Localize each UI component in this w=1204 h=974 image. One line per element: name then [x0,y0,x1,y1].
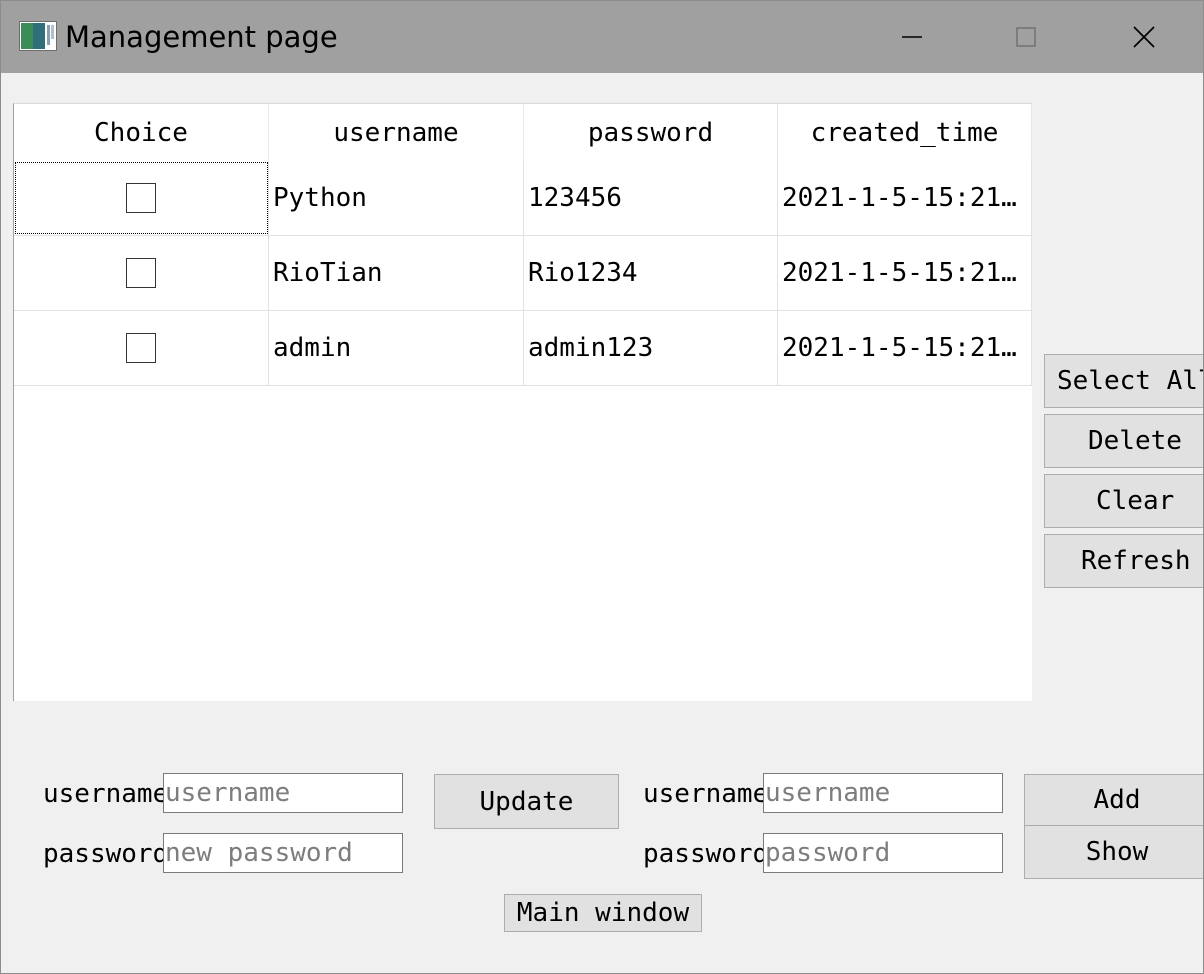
app-window-icon [19,21,57,51]
username-value: Python [273,183,367,213]
minimize-button[interactable] [857,1,967,73]
main-window-button[interactable]: Main window [504,894,702,932]
username-value: admin [273,333,352,363]
window-title: Management page [65,20,338,54]
maximize-button[interactable] [971,1,1081,73]
update-username-input[interactable] [163,773,403,813]
show-button[interactable]: Show [1024,825,1203,879]
created-time-cell[interactable]: 2021-1-5-15:21… [778,311,1032,385]
select-all-button[interactable]: Select All [1044,354,1203,408]
close-button[interactable] [1089,1,1199,73]
password-cell[interactable]: admin123 [524,311,778,385]
password-cell[interactable]: Rio1234 [524,236,778,310]
table-header: Choice username password created_time [14,104,1032,161]
choice-cell[interactable] [14,236,269,310]
close-icon [1133,26,1155,48]
update-password-input[interactable] [163,833,403,873]
password-value: 123456 [528,183,622,213]
add-username-label: username [643,779,769,809]
row-checkbox[interactable] [126,333,156,363]
username-cell[interactable]: RioTian [269,236,524,310]
title-bar[interactable]: Management page [1,1,1203,73]
add-password-label: password [643,839,769,869]
password-cell[interactable]: 123456 [524,161,778,235]
username-value: RioTian [273,258,383,288]
created-time-value: 2021-1-5-15:21… [782,333,1017,363]
choice-cell[interactable] [14,161,269,235]
minimize-icon [902,36,922,38]
password-value: admin123 [528,333,654,363]
update-button[interactable]: Update [434,774,619,829]
username-cell[interactable]: admin [269,311,524,385]
table-row[interactable]: admin admin123 2021-1-5-15:21… [14,311,1032,386]
column-header-password[interactable]: password [524,104,778,161]
refresh-button[interactable]: Refresh [1044,534,1203,588]
column-header-username[interactable]: username [269,104,524,161]
update-username-label: username [43,779,169,809]
column-header-choice[interactable]: Choice [14,104,269,161]
maximize-icon [1016,27,1036,47]
choice-cell[interactable] [14,311,269,385]
username-cell[interactable]: Python [269,161,524,235]
created-time-value: 2021-1-5-15:21… [782,258,1017,288]
table-row[interactable]: Python 123456 2021-1-5-15:21… [14,161,1032,236]
password-value: Rio1234 [528,258,638,288]
table-row[interactable]: RioTian Rio1234 2021-1-5-15:21… [14,236,1032,311]
column-header-created-time[interactable]: created_time [778,104,1032,161]
created-time-value: 2021-1-5-15:21… [782,183,1017,213]
row-checkbox[interactable] [126,258,156,288]
add-username-input[interactable] [763,773,1003,813]
created-time-cell[interactable]: 2021-1-5-15:21… [778,236,1032,310]
management-window: Management page Choice username password… [0,0,1204,974]
users-table[interactable]: Choice username password created_time Py… [13,103,1032,701]
clear-button[interactable]: Clear [1044,474,1203,528]
add-button[interactable]: Add [1024,774,1203,826]
created-time-cell[interactable]: 2021-1-5-15:21… [778,161,1032,235]
add-password-input[interactable] [763,833,1003,873]
update-password-label: password [43,839,169,869]
row-checkbox[interactable] [126,183,156,213]
delete-button[interactable]: Delete [1044,414,1203,468]
